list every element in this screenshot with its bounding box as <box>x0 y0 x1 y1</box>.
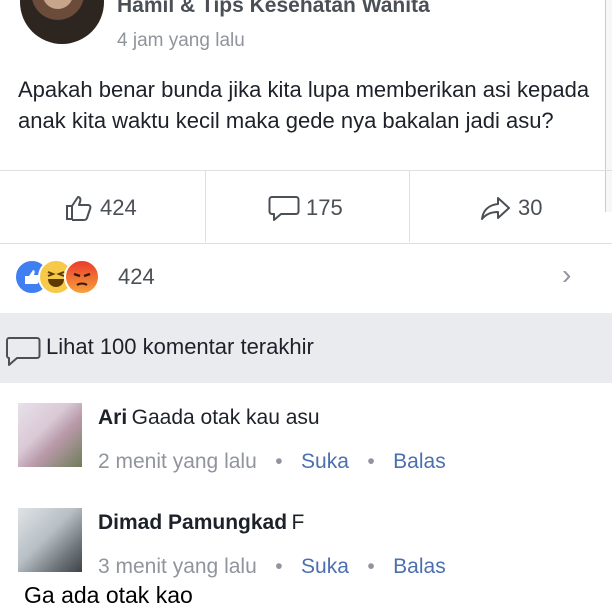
reaction-summary[interactable] <box>14 259 124 295</box>
page-avatar[interactable] <box>20 0 104 44</box>
chevron-right-icon[interactable]: › <box>562 259 571 291</box>
commenter-name[interactable]: Ari <box>98 406 127 429</box>
comment-meta: 2 menit yang lalu • Suka • Balas <box>98 450 446 474</box>
post-timestamp[interactable]: 4 jam yang lalu <box>117 30 245 52</box>
comment-time[interactable]: 3 menit yang lalu <box>98 555 257 578</box>
like-comment-link[interactable]: Suka <box>301 555 349 578</box>
reply-comment-link[interactable]: Balas <box>393 450 446 473</box>
angry-reaction-icon <box>64 259 100 295</box>
share-count: 30 <box>518 195 543 220</box>
comment: Ari Gaada otak kau asu <box>98 406 320 430</box>
comment-text: F <box>291 511 305 534</box>
comment-count: 175 <box>306 195 343 220</box>
separator-dot: • <box>275 450 283 473</box>
thumbs-up-icon <box>64 194 94 222</box>
post-text: Apakah benar bunda jika kita lupa member… <box>18 77 590 133</box>
share-button[interactable]: 30 <box>480 190 542 226</box>
comment-meta: 3 menit yang lalu • Suka • Balas <box>98 555 446 579</box>
comment-text: Gaada otak kau asu <box>131 406 320 429</box>
view-comments-label[interactable]: Lihat 100 komentar terakhir <box>46 334 314 360</box>
meme-caption: Ga ada otak kao <box>20 582 197 609</box>
like-comment-link[interactable]: Suka <box>301 450 349 473</box>
commenter-avatar[interactable] <box>18 403 82 467</box>
like-count: 424 <box>100 195 137 220</box>
page-name[interactable]: Hamil & Tips Kesehatan Wanita <box>117 0 430 18</box>
comment-time[interactable]: 2 menit yang lalu <box>98 450 257 473</box>
action-divider <box>205 170 206 242</box>
action-divider <box>409 170 410 242</box>
comment-button[interactable]: 175 <box>268 190 343 226</box>
comment-bubble-icon <box>6 333 42 374</box>
like-button[interactable]: 424 <box>64 190 137 226</box>
comment: Dimad Pamungkad F <box>98 511 304 535</box>
reaction-count[interactable]: 424 <box>118 264 155 290</box>
separator-dot: • <box>367 450 375 473</box>
share-arrow-icon <box>480 194 512 222</box>
commenter-name[interactable]: Dimad Pamungkad <box>98 511 287 534</box>
separator-dot: • <box>275 555 283 578</box>
reply-comment-link[interactable]: Balas <box>393 555 446 578</box>
separator-dot: • <box>367 555 375 578</box>
commenter-avatar[interactable] <box>18 508 82 572</box>
speech-bubble-icon <box>268 194 300 222</box>
